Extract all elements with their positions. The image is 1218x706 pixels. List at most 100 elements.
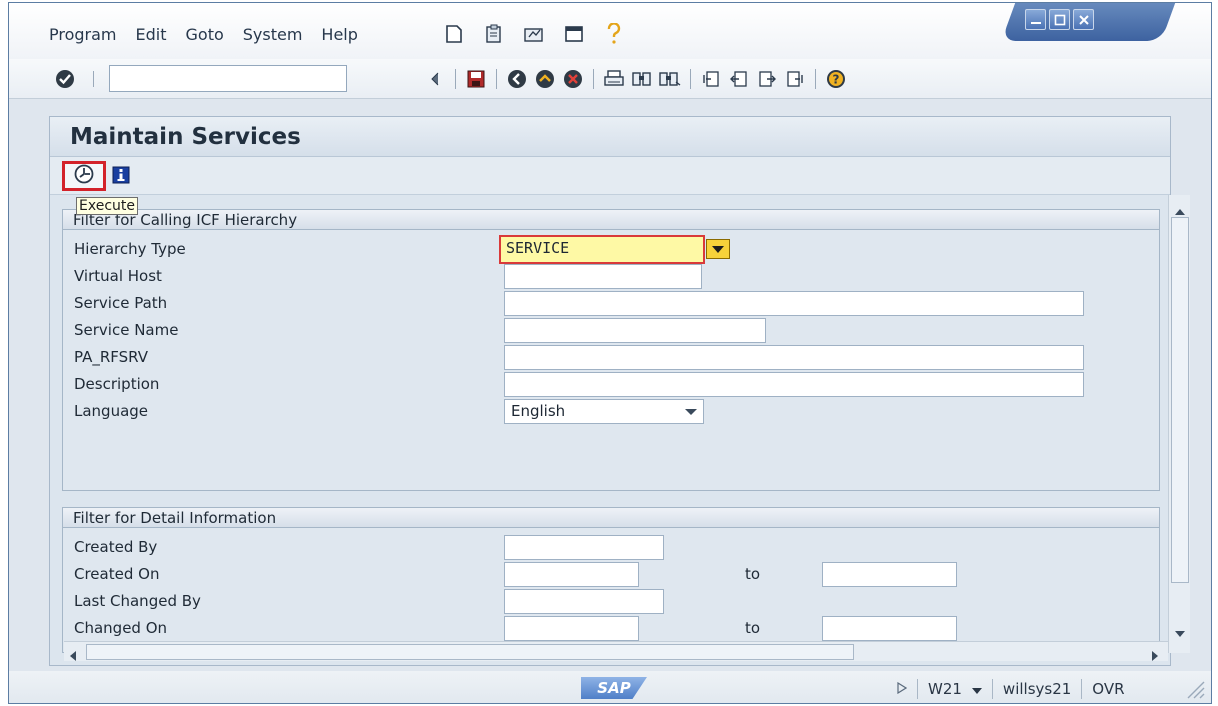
chevron-down-icon <box>685 409 697 415</box>
menu-goto[interactable]: Goto <box>186 25 224 44</box>
vertical-scroll-thumb[interactable] <box>1171 217 1189 583</box>
new-session-icon[interactable] <box>443 23 465 45</box>
filter-detail-heading: Filter for Detail Information <box>63 508 1159 528</box>
menu-items: Program Edit Goto System Help <box>49 25 358 44</box>
command-history-arrow-icon[interactable] <box>424 68 446 90</box>
language-value: English <box>511 402 566 420</box>
created-on-to-field[interactable] <box>822 562 957 587</box>
virtual-host-label: Virtual Host <box>74 267 162 285</box>
sap-logo: SAP <box>581 677 647 699</box>
dropdown-arrow-icon <box>712 240 724 258</box>
last-page-icon[interactable] <box>784 68 806 90</box>
vertical-scrollbar[interactable] <box>1168 195 1190 653</box>
scroll-left-icon[interactable] <box>70 647 76 665</box>
service-name-field[interactable] <box>504 318 766 343</box>
system-id: W21 <box>928 680 962 698</box>
horizontal-scrollbar[interactable] <box>64 641 1168 661</box>
hierarchy-type-dropdown-button[interactable] <box>706 239 730 259</box>
status-bar: SAP W21 willsys21 OVR <box>9 671 1211 703</box>
language-select[interactable]: English <box>504 399 704 424</box>
generate-shortcut-icon[interactable] <box>523 23 545 45</box>
find-next-icon[interactable] <box>659 68 681 90</box>
changed-on-from-field[interactable] <box>504 616 639 641</box>
service-name-label: Service Name <box>74 321 179 339</box>
toolbar-icons: ? <box>424 68 847 90</box>
server-name: willsys21 <box>1002 680 1072 698</box>
exit-icon[interactable] <box>534 68 556 90</box>
page-title: Maintain Services <box>70 123 301 150</box>
info-icon[interactable] <box>112 166 130 188</box>
find-icon[interactable] <box>631 68 653 90</box>
toolbar-separator <box>690 69 691 89</box>
hierarchy-type-field[interactable]: SERVICE <box>499 235 705 264</box>
virtual-host-field[interactable] <box>504 264 702 289</box>
screen-area: Maintain Services Execute Filter for Cal… <box>49 116 1190 666</box>
toolbar-separator <box>496 69 497 89</box>
help-question-icon[interactable] <box>603 23 625 45</box>
menu-icons <box>443 23 625 45</box>
pa-rfsrv-field[interactable] <box>504 345 1084 370</box>
system-toolbar: ? <box>9 59 1211 99</box>
previous-page-icon[interactable] <box>728 68 750 90</box>
toolbar-separator <box>455 69 456 89</box>
toolbar-separator <box>93 71 94 87</box>
status-info: W21 willsys21 OVR <box>897 679 1125 699</box>
changed-on-label: Changed On <box>74 619 168 637</box>
print-icon[interactable] <box>603 68 625 90</box>
close-icon[interactable] <box>1073 9 1094 30</box>
command-field[interactable] <box>109 65 347 92</box>
language-label: Language <box>74 402 149 420</box>
toolbar-separator <box>815 69 816 89</box>
minimize-icon[interactable] <box>1025 9 1046 30</box>
created-on-label: Created On <box>74 565 160 583</box>
service-path-label: Service Path <box>74 294 168 312</box>
execute-button[interactable] <box>62 161 106 191</box>
title-bar: Maintain Services <box>50 117 1170 157</box>
menu-bar: Program Edit Goto System Help <box>9 3 1211 59</box>
created-on-to-label: to <box>745 565 761 583</box>
maximize-icon[interactable] <box>1049 9 1070 30</box>
application-toolbar <box>50 157 1170 195</box>
system-dropdown-icon[interactable] <box>971 680 982 698</box>
changed-on-to-field[interactable] <box>822 616 957 641</box>
window-controls <box>1025 9 1094 30</box>
window-layout-icon[interactable] <box>563 23 585 45</box>
pa-rfsrv-label: PA_RFSRV <box>74 348 149 366</box>
first-page-icon[interactable] <box>700 68 722 90</box>
last-changed-by-field[interactable] <box>504 589 664 614</box>
menu-help[interactable]: Help <box>321 25 357 44</box>
horizontal-scroll-thumb[interactable] <box>86 644 854 660</box>
hierarchy-type-label: Hierarchy Type <box>74 240 186 258</box>
last-changed-by-label: Last Changed By <box>74 592 201 610</box>
service-path-field[interactable] <box>504 291 1084 316</box>
status-separator <box>917 679 918 699</box>
enter-checkmark-icon[interactable] <box>55 69 75 93</box>
cancel-icon[interactable] <box>562 68 584 90</box>
execute-tooltip: Execute <box>76 197 138 215</box>
toolbar-separator <box>593 69 594 89</box>
description-label: Description <box>74 375 160 393</box>
sap-window: Program Edit Goto System Help ? Maintain… <box>8 2 1212 704</box>
svg-text:?: ? <box>833 73 840 87</box>
scroll-right-icon[interactable] <box>1152 647 1158 665</box>
filter-icf-heading: Filter for Calling ICF Hierarchy <box>63 210 1159 230</box>
menu-system[interactable]: System <box>243 25 303 44</box>
clipboard-icon[interactable] <box>483 23 505 45</box>
scroll-down-icon[interactable] <box>1175 623 1185 641</box>
status-expand-icon[interactable] <box>897 680 908 698</box>
next-page-icon[interactable] <box>756 68 778 90</box>
created-by-label: Created By <box>74 538 158 556</box>
status-separator <box>991 679 993 699</box>
created-by-field[interactable] <box>504 535 664 560</box>
created-on-from-field[interactable] <box>504 562 639 587</box>
help-icon[interactable]: ? <box>825 68 847 90</box>
resize-grip-icon[interactable] <box>1185 679 1205 703</box>
execute-clock-icon <box>74 164 94 188</box>
menu-program[interactable]: Program <box>49 25 117 44</box>
status-separator <box>1081 679 1083 699</box>
description-field[interactable] <box>504 372 1084 397</box>
save-icon[interactable] <box>465 68 487 90</box>
changed-on-to-label: to <box>745 619 761 637</box>
menu-edit[interactable]: Edit <box>136 25 167 44</box>
back-icon[interactable] <box>506 68 528 90</box>
